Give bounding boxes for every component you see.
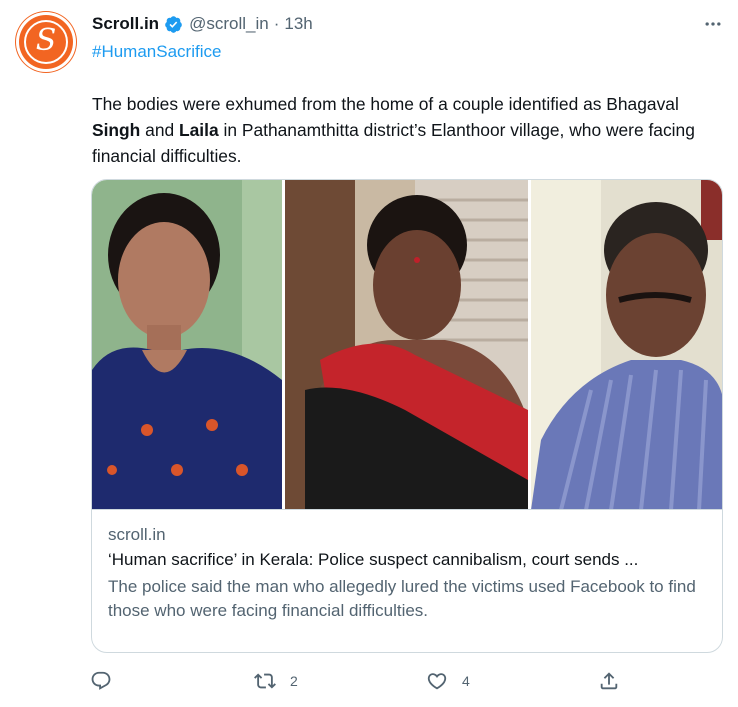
more-icon[interactable] xyxy=(696,10,730,38)
separator: · xyxy=(273,14,280,33)
reply-button[interactable] xyxy=(90,666,126,696)
card-description: The police said the man who allegedly lu… xyxy=(108,577,696,620)
card-title: ‘Human sacrifice’ in Kerala: Police susp… xyxy=(108,550,639,569)
handle[interactable]: @scroll_in xyxy=(189,14,269,34)
display-name[interactable]: Scroll.in xyxy=(92,14,159,34)
card-image xyxy=(92,180,722,510)
action-bar: 2 4 xyxy=(90,666,630,696)
photo-panel xyxy=(285,180,528,509)
retweet-count: 2 xyxy=(290,673,298,689)
share-button[interactable] xyxy=(598,666,634,696)
scroll-logo-icon: S xyxy=(24,20,68,64)
tweet-text-part: The bodies were exhumed from the home of… xyxy=(92,94,679,114)
avatar[interactable]: S xyxy=(16,12,76,72)
retweet-button[interactable]: 2 xyxy=(254,666,298,696)
photo-panel xyxy=(531,180,722,509)
share-icon xyxy=(600,672,618,690)
verified-badge-icon xyxy=(165,15,182,33)
tweet-text-bold: Singh xyxy=(92,120,141,140)
retweet-icon xyxy=(254,673,276,689)
like-icon xyxy=(427,673,447,690)
tweet-text: The bodies were exhumed from the home of… xyxy=(92,91,728,169)
hashtag-link[interactable]: #HumanSacrifice xyxy=(92,42,221,62)
tweet-header: Scroll.in @scroll_in · 13h xyxy=(92,14,313,34)
photo-panel xyxy=(92,180,282,509)
avatar-letter: S xyxy=(35,23,57,58)
tweet-text-part: and xyxy=(140,120,179,140)
card-body: scroll.in ‘Human sacrifice’ in Kerala: P… xyxy=(108,523,712,623)
tweet-text-bold: Laila xyxy=(179,120,219,140)
timestamp[interactable]: 13h xyxy=(284,14,312,34)
like-button[interactable]: 4 xyxy=(426,666,470,696)
reply-icon xyxy=(91,671,111,690)
like-count: 4 xyxy=(462,673,470,689)
link-card[interactable]: scroll.in ‘Human sacrifice’ in Kerala: P… xyxy=(91,179,723,653)
card-domain: scroll.in xyxy=(108,525,166,544)
